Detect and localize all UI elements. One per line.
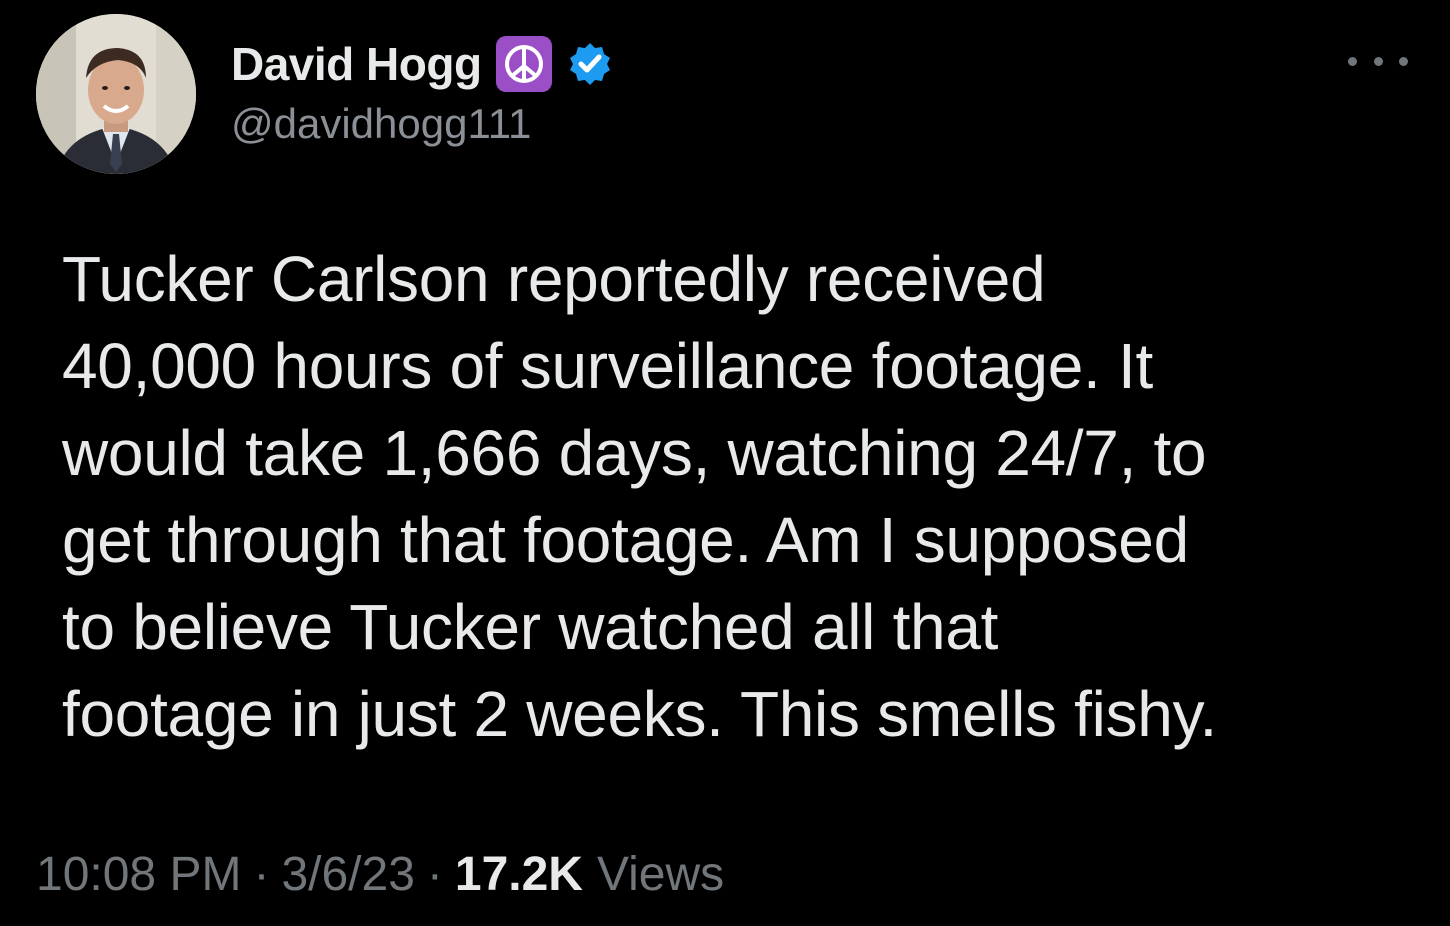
tweet-date[interactable]: 3/6/23 xyxy=(281,847,414,902)
tweet-text: Tucker Carlson reportedly received 40,00… xyxy=(62,236,1432,758)
tweet-meta: 10:08 PM · 3/6/23 · 17.2K Views xyxy=(36,842,724,906)
peace-symbol-icon xyxy=(495,36,552,92)
verified-badge-icon[interactable] xyxy=(566,40,614,88)
tweet-text-line: would take 1,666 days, watching 24/7, to xyxy=(62,417,1207,489)
views-count[interactable]: 17.2K xyxy=(455,847,583,902)
more-horizontal-icon-dot xyxy=(1399,56,1408,66)
meta-separator: · xyxy=(426,847,443,901)
avatar-image xyxy=(36,14,196,174)
avatar[interactable] xyxy=(36,14,196,174)
author-display-name[interactable]: David Hogg xyxy=(231,37,482,91)
tweet-text-line: Tucker Carlson reportedly received xyxy=(62,243,1046,315)
more-options-button[interactable] xyxy=(1348,48,1408,74)
author-handle[interactable]: @davidhogg111 xyxy=(231,100,531,148)
tweet-text-line: footage in just 2 weeks. This smells fis… xyxy=(62,678,1218,750)
tweet-text-line: to believe Tucker watched all that xyxy=(62,591,999,663)
more-horizontal-icon-dot xyxy=(1373,56,1383,66)
tweet-text-line: 40,000 hours of surveillance footage. It xyxy=(62,330,1153,402)
meta-separator: · xyxy=(253,847,270,901)
more-horizontal-icon-dot xyxy=(1348,56,1357,66)
tweet-text-line: get through that footage. Am I supposed xyxy=(62,504,1189,576)
tweet: David Hogg @davidhogg111 Tucker Carlson … xyxy=(0,0,1450,926)
views-label: Views xyxy=(596,847,725,901)
author-name-row: David Hogg xyxy=(231,34,614,94)
tweet-time[interactable]: 10:08 PM xyxy=(36,847,241,902)
